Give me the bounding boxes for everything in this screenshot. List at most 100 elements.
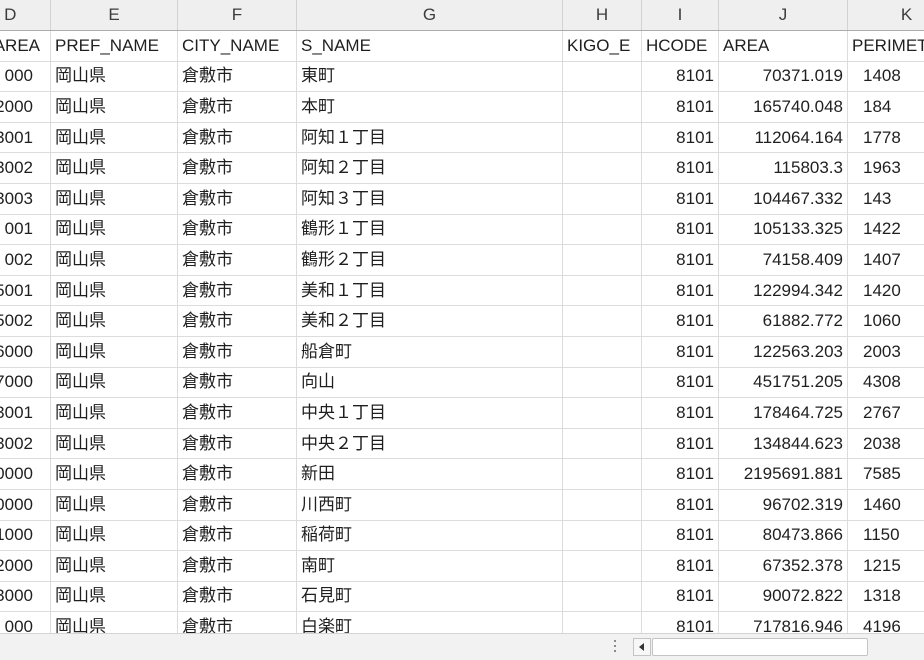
cell[interactable]: 1000: [0, 519, 51, 552]
cell[interactable]: [562, 550, 642, 582]
column-header-i[interactable]: I: [641, 0, 719, 31]
cell[interactable]: 8101: [641, 550, 719, 582]
column-header-g[interactable]: G: [296, 0, 563, 31]
column-header-e[interactable]: E: [50, 0, 178, 31]
cell[interactable]: [562, 182, 642, 215]
cell[interactable]: 倉敷市: [177, 550, 297, 582]
cell[interactable]: 岡山県: [50, 244, 178, 276]
cell[interactable]: 倉敷市: [177, 213, 297, 246]
cell[interactable]: 鶴形２丁目: [296, 244, 563, 276]
cell[interactable]: 8101: [641, 458, 719, 490]
cell[interactable]: 61882.772: [718, 305, 848, 337]
cell[interactable]: [562, 366, 642, 399]
column-header-h[interactable]: H: [562, 0, 642, 31]
cell[interactable]: 000: [0, 611, 51, 633]
cell[interactable]: 0000: [0, 458, 51, 490]
cell[interactable]: 165740.048: [718, 91, 848, 123]
cell[interactable]: 122994.342: [718, 274, 848, 307]
cell[interactable]: 70371.019: [718, 60, 848, 93]
cell[interactable]: 122563.203: [718, 335, 848, 368]
cell[interactable]: 001: [0, 213, 51, 246]
cell[interactable]: [562, 335, 642, 368]
cell[interactable]: 115803.3: [718, 152, 848, 184]
cell[interactable]: 倉敷市: [177, 305, 297, 337]
cell[interactable]: 岡山県: [50, 60, 178, 93]
cell[interactable]: 717816.946: [718, 611, 848, 633]
cell[interactable]: 2000: [0, 91, 51, 123]
cell[interactable]: 3001: [0, 397, 51, 429]
cell[interactable]: 中央２丁目: [296, 427, 563, 460]
cell[interactable]: 新田: [296, 458, 563, 490]
cell[interactable]: 178464.725: [718, 397, 848, 429]
cell[interactable]: 岡山県: [50, 519, 178, 552]
cell[interactable]: 岡山県: [50, 580, 178, 613]
cell[interactable]: [562, 305, 642, 337]
cell[interactable]: 美和２丁目: [296, 305, 563, 337]
cell[interactable]: [562, 397, 642, 429]
cell[interactable]: 8101: [641, 488, 719, 521]
scrollbar-thumb[interactable]: [652, 638, 868, 656]
cell[interactable]: 8101: [641, 519, 719, 552]
cell[interactable]: 川西町: [296, 488, 563, 521]
scroll-left-button[interactable]: [633, 638, 651, 656]
sheet-tab-splitter[interactable]: [610, 637, 620, 657]
cell[interactable]: 倉敷市: [177, 91, 297, 123]
cell[interactable]: 8101: [641, 91, 719, 123]
column-header-k[interactable]: K: [847, 0, 924, 31]
cell[interactable]: 7000: [0, 366, 51, 399]
cell[interactable]: 8101: [641, 182, 719, 215]
cell[interactable]: 8101: [641, 213, 719, 246]
cell[interactable]: 東町: [296, 60, 563, 93]
cell[interactable]: 倉敷市: [177, 244, 297, 276]
cell[interactable]: 104467.332: [718, 182, 848, 215]
cell[interactable]: 8101: [641, 60, 719, 93]
cell[interactable]: 向山: [296, 366, 563, 399]
cell[interactable]: 倉敷市: [177, 488, 297, 521]
cell[interactable]: 1778: [847, 121, 924, 154]
cell[interactable]: 1150: [847, 519, 924, 552]
cell[interactable]: 8101: [641, 274, 719, 307]
column-header-j[interactable]: J: [718, 0, 848, 31]
cell[interactable]: 船倉町: [296, 335, 563, 368]
cell[interactable]: 112064.164: [718, 121, 848, 154]
cell[interactable]: 8101: [641, 397, 719, 429]
cell[interactable]: 143: [847, 182, 924, 215]
cell[interactable]: 岡山県: [50, 611, 178, 633]
cell[interactable]: 倉敷市: [177, 427, 297, 460]
cell[interactable]: 倉敷市: [177, 274, 297, 307]
cell[interactable]: 石見町: [296, 580, 563, 613]
cell[interactable]: 南町: [296, 550, 563, 582]
field-header-cell[interactable]: CITY_NAME: [177, 30, 297, 62]
cell[interactable]: 3002: [0, 427, 51, 460]
cell[interactable]: 倉敷市: [177, 580, 297, 613]
cell[interactable]: 80473.866: [718, 519, 848, 552]
cell[interactable]: 8101: [641, 305, 719, 337]
cell[interactable]: 1460: [847, 488, 924, 521]
cell[interactable]: 美和１丁目: [296, 274, 563, 307]
cell[interactable]: 1407: [847, 244, 924, 276]
cell[interactable]: [562, 91, 642, 123]
cell[interactable]: 倉敷市: [177, 60, 297, 93]
cell[interactable]: 8101: [641, 427, 719, 460]
cell[interactable]: 2000: [0, 550, 51, 582]
cell[interactable]: [562, 580, 642, 613]
cell[interactable]: 阿知１丁目: [296, 121, 563, 154]
cell[interactable]: 184: [847, 91, 924, 123]
column-header-f[interactable]: F: [177, 0, 297, 31]
cell[interactable]: 2038: [847, 427, 924, 460]
cell[interactable]: 8101: [641, 611, 719, 633]
cell[interactable]: 1420: [847, 274, 924, 307]
cell[interactable]: 2195691.881: [718, 458, 848, 490]
cell[interactable]: 中央１丁目: [296, 397, 563, 429]
cell[interactable]: 岡山県: [50, 397, 178, 429]
cell[interactable]: 岡山県: [50, 427, 178, 460]
cell[interactable]: 阿知２丁目: [296, 152, 563, 184]
cell[interactable]: 白楽町: [296, 611, 563, 633]
cell[interactable]: 8101: [641, 152, 719, 184]
cell[interactable]: 倉敷市: [177, 152, 297, 184]
cell[interactable]: 倉敷市: [177, 182, 297, 215]
cell[interactable]: 稲荷町: [296, 519, 563, 552]
cell[interactable]: 3003: [0, 182, 51, 215]
cell[interactable]: 1215: [847, 550, 924, 582]
cell[interactable]: 岡山県: [50, 274, 178, 307]
